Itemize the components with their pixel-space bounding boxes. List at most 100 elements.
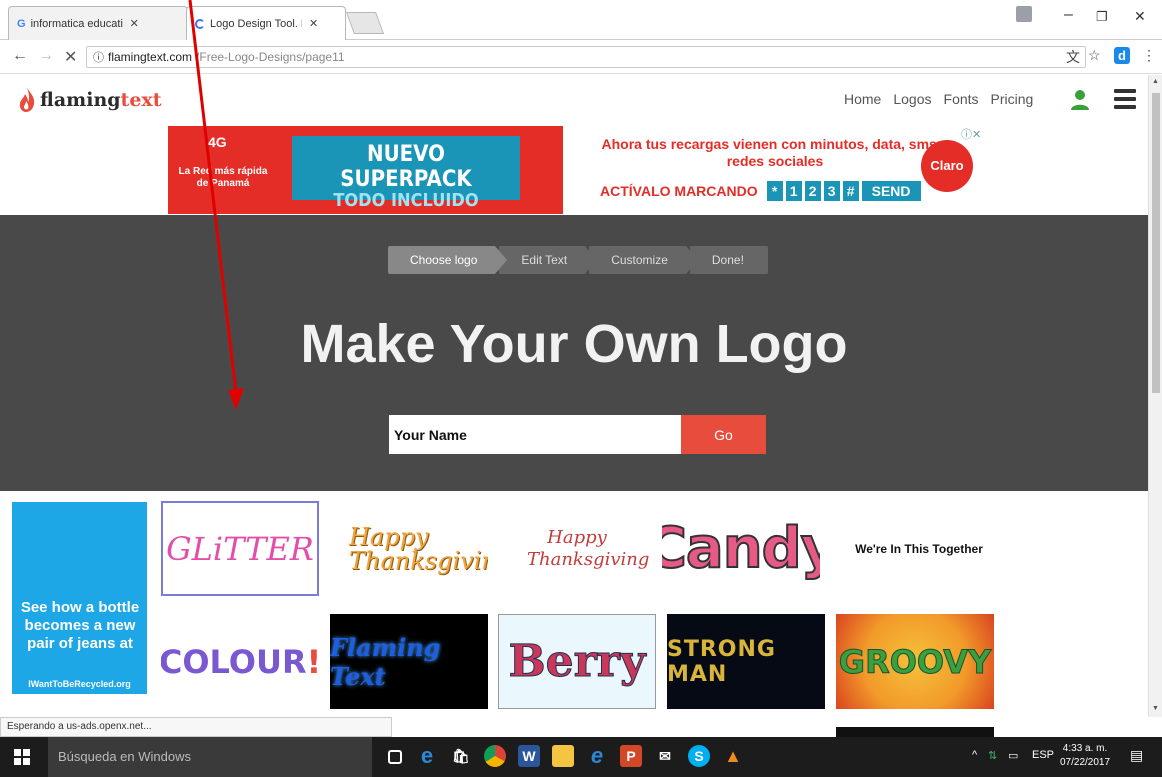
windows-start-icon[interactable] [14,749,30,765]
clock-date: 07/22/2017 [1060,757,1111,768]
logo-candy-text: Candy [662,515,820,582]
ad-subline: TODO INCLUIDO [333,190,479,211]
restore-icon[interactable]: ❐ [1096,9,1108,25]
bookmark-star-icon[interactable]: ☆ [1088,47,1101,64]
hero-title: Make Your Own Logo [300,314,848,374]
scrollbar-thumb[interactable] [1152,93,1160,393]
google-icon: G [17,17,26,30]
clock-time: 4:33 a. m. [1062,743,1108,754]
network-icon[interactable]: ⇅ [988,749,997,762]
file-explorer-icon[interactable] [552,745,574,767]
back-icon[interactable]: ← [12,47,28,65]
logo-groovy[interactable]: GROOVY [836,614,994,709]
nav-pricing[interactable]: Pricing [991,91,1034,107]
task-view-icon[interactable] [388,750,402,764]
step-customize[interactable]: Customize [589,246,698,274]
page-scrollbar[interactable]: ▲ ▼ [1148,75,1162,717]
logo-glitter[interactable]: GLiTTER [161,501,319,596]
status-bubble: Esperando a us-ads.openx.net... [0,717,392,737]
tab-title: informatica educativa - Búsqueda [30,17,123,30]
windows-taskbar: Búsqueda en Windows e 🛍 W e P ✉ S ▲ ^ ⇅ … [0,737,1162,777]
translate-icon[interactable]: 文 [1066,47,1080,67]
logo-thumb-partial[interactable] [836,727,994,737]
edge-icon[interactable]: e [416,745,438,767]
ad-call-label: ACTÍVALO MARCANDO [600,183,758,199]
your-name-input[interactable] [389,415,681,454]
new-tab-button[interactable] [345,12,385,34]
logo-together-text: We're In This Together [855,541,983,556]
logo-berry-text: Berry [508,636,646,688]
loading-spinner-icon [195,18,205,29]
logo-candy[interactable]: Candy [662,501,820,596]
ad-tagline: La Red más rápida de Panamá [178,166,268,189]
chrome-icon[interactable] [484,745,506,767]
step-choose-logo[interactable]: Choose logo [388,246,508,274]
tray-chevron-icon[interactable]: ^ [972,749,977,761]
hamburger-menu-icon[interactable] [1114,89,1136,109]
skype-icon[interactable]: S [688,745,710,767]
ad-key-send: SEND [861,181,921,201]
stop-icon[interactable]: ✕ [64,47,77,67]
forward-icon[interactable]: → [38,47,54,65]
ad-4g-badge: 4G [208,134,227,150]
scroll-up-icon[interactable]: ▲ [1152,78,1159,85]
battery-icon[interactable]: ▭ [1008,749,1018,762]
ad-key: 3 [823,181,840,201]
site-nav: Home Logos Fonts Pricing [844,91,1033,107]
word-icon[interactable]: W [518,745,540,767]
language-indicator[interactable]: ESP [1032,749,1054,761]
step-done[interactable]: Done! [689,246,768,274]
address-bar: ← → ✕ ⓘ flamingtext.com/Free-Logo-Design… [0,40,1162,74]
ad-banner[interactable]: 4G La Red más rápida de Panamá NUEVO SUP… [168,126,981,214]
minimize-icon[interactable]: – [1064,6,1073,24]
tab-google-search[interactable]: G informatica educativa - Búsqueda ✕ [8,6,188,40]
ad-key: * [766,181,783,201]
profile-icon[interactable] [1016,6,1032,22]
close-tab-icon[interactable]: ✕ [309,17,318,30]
claro-logo: Claro [921,140,973,192]
ad-key: # [842,181,859,201]
side-ad-text: See how a bottle becomes a new pair of j… [20,599,140,652]
mail-icon[interactable]: ✉ [654,745,676,767]
site-logo[interactable]: flamingtext [18,87,162,113]
nav-logos[interactable]: Logos [893,91,931,107]
ad-key: 1 [785,181,802,201]
store-icon[interactable]: 🛍 [450,745,472,767]
user-icon[interactable] [1070,89,1090,111]
nav-fonts[interactable]: Fonts [944,91,979,107]
nav-home[interactable]: Home [844,91,881,107]
url-field[interactable]: ⓘ flamingtext.com/Free-Logo-Designs/page… [86,46,1086,68]
logo-together[interactable]: We're In This Together [840,501,998,596]
logo-berry[interactable]: Berry [498,614,656,709]
vlc-icon[interactable]: ▲ [722,745,744,767]
powerpoint-icon[interactable]: P [620,745,642,767]
logo-colour-text: COLOUR! [161,642,319,681]
go-button[interactable]: Go [681,415,766,454]
ie-icon[interactable]: e [586,745,608,767]
close-window-icon[interactable]: ✕ [1134,8,1146,25]
clock[interactable]: 4:33 a. m. 07/22/2017 [1060,742,1110,770]
screen: G informatica educativa - Búsqueda ✕ Log… [0,0,1162,777]
logo-happy-thanksgiving-script[interactable]: Happy Thanksgiving [498,501,656,596]
taskbar-search[interactable]: Búsqueda en Windows [48,737,372,777]
recycle-side-ad[interactable]: See how a bottle becomes a new pair of j… [12,502,147,694]
ad-choices-close-icon[interactable]: ⓘ✕ [961,126,981,142]
step-edit-text[interactable]: Edit Text [499,246,597,274]
close-tab-icon[interactable]: ✕ [130,17,139,30]
browser-titlebar: G informatica educativa - Búsqueda ✕ Log… [0,0,1162,40]
tab-logo-design[interactable]: Logo Design Tool. Free and ✕ [186,6,346,40]
logo-happy-thanksgiving-gold[interactable]: Happy Thanksgiving [330,501,488,596]
tab-title: Logo Design Tool. Free and [210,17,302,30]
logo-happy2-text: Happy Thanksgiving [527,526,650,570]
ad-left-panel: 4G La Red más rápida de Panamá NUEVO SUP… [168,126,563,214]
scroll-down-icon[interactable]: ▼ [1152,705,1159,712]
logo-flaming-text[interactable]: Flaming Text [330,614,488,709]
logo-strong-man[interactable]: STRONG MAN [667,614,825,709]
menu-dots-icon[interactable]: ⋮ [1142,47,1156,64]
logo-colour[interactable]: COLOUR! [161,614,319,709]
ad-headline: NUEVO SUPERPACK [340,142,472,192]
notifications-icon[interactable]: ▤ [1130,747,1143,764]
logo-flaming-text-label: Flaming Text [330,632,441,691]
extension-d-icon[interactable]: d [1114,47,1130,64]
wizard-steps: Choose logo Edit Text Customize Done! [388,246,772,274]
